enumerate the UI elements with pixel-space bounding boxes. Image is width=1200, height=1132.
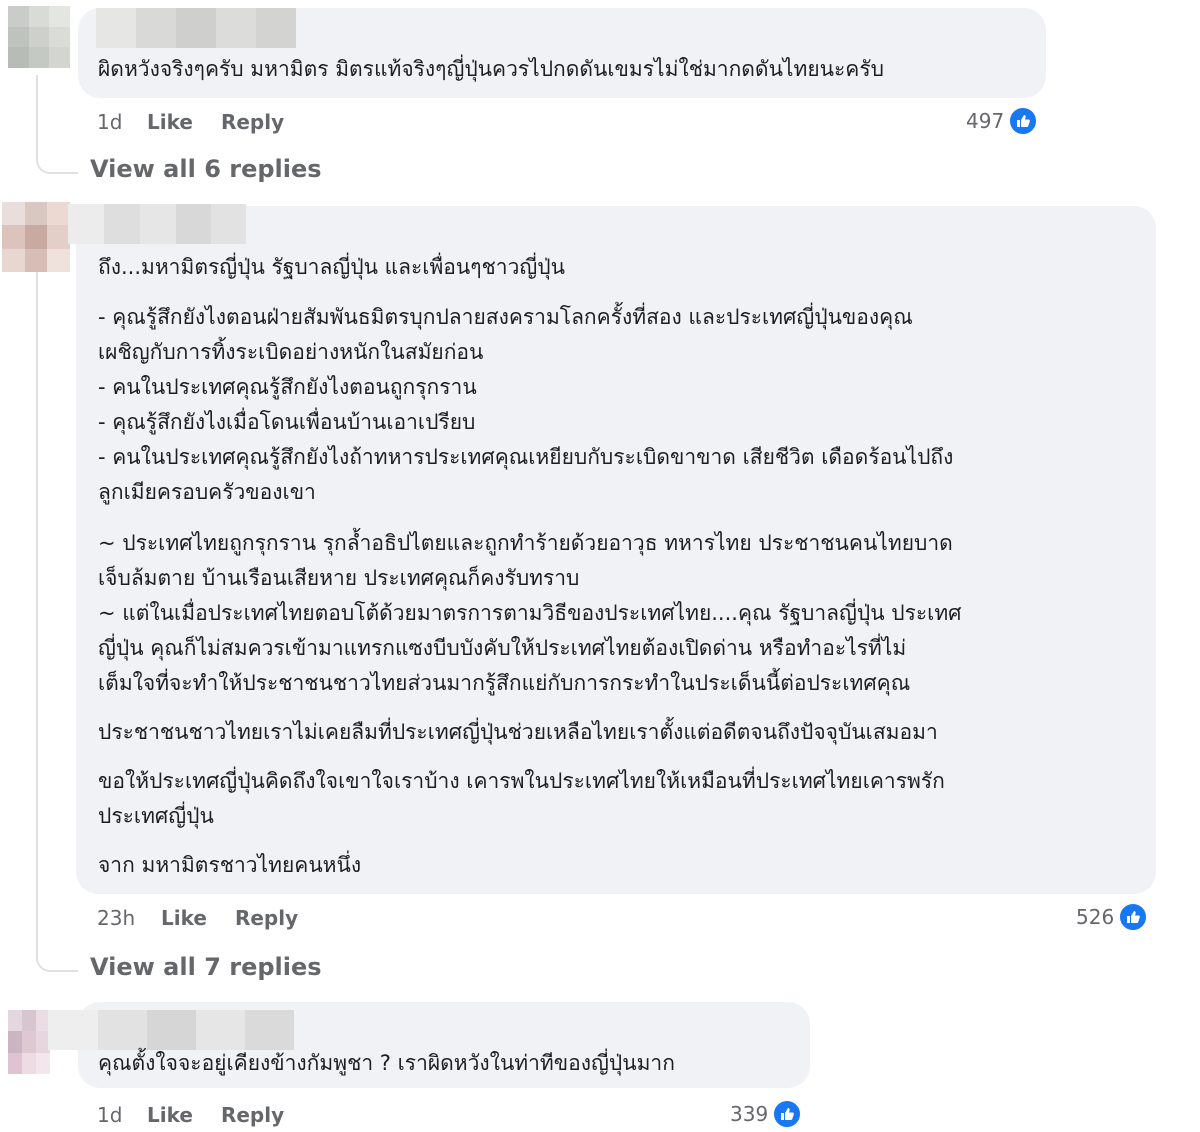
comment-text-line: ประเทศญี่ปุ่น: [98, 804, 214, 828]
thread-line: [36, 272, 38, 944]
like-button[interactable]: Like: [147, 110, 193, 134]
reaction-summary[interactable]: 526: [1076, 902, 1149, 932]
comment-text-line: ลูกเมียครอบครัวของเขา: [98, 480, 316, 504]
thumbs-up-icon: [1008, 106, 1039, 136]
reply-button[interactable]: Reply: [221, 110, 284, 134]
comment-actions: 1d Like Reply: [97, 1103, 284, 1127]
like-button[interactable]: Like: [161, 906, 207, 930]
thumbs-up-icon: [1118, 902, 1149, 932]
reaction-summary[interactable]: 497: [966, 106, 1039, 136]
comment-text-line: - คุณรู้สึกยังไงตอนฝ่ายสัมพันธมิตรบุกปลา…: [98, 305, 913, 329]
reply-button[interactable]: Reply: [235, 906, 298, 930]
comment-actions: 1d Like Reply: [97, 110, 284, 134]
commenter-name[interactable]: [68, 204, 246, 244]
view-replies-link[interactable]: View all 6 replies: [90, 155, 322, 183]
comment-text-line: ญี่ปุ่น คุณก็ไม่สมควรเข้ามาแทรกแซงบีบบัง…: [98, 636, 907, 660]
comment-text-line: จาก มหามิตรชาวไทยคนหนึ่ง: [98, 853, 362, 877]
thread-connector: [36, 140, 78, 174]
like-button[interactable]: Like: [147, 1103, 193, 1127]
comment-text-line: ประชาชนชาวไทยเราไม่เคยลืมที่ประเทศญี่ปุ่…: [98, 720, 938, 744]
comment-text-line: - คุณรู้สึกยังไงเมื่อโดนเพื่อนบ้านเอาเปร…: [98, 410, 476, 434]
view-replies-link[interactable]: View all 7 replies: [90, 953, 322, 981]
avatar[interactable]: [8, 6, 70, 68]
commenter-name[interactable]: [96, 8, 296, 48]
avatar[interactable]: [2, 202, 70, 272]
comment-text: คุณตั้งใจจะอยู่เคียงข้างกัมพูชา ? เราผิด…: [98, 1051, 675, 1075]
thumbs-up-icon: [772, 1099, 803, 1129]
comment-text-line: ถึง...มหามิตรญี่ปุ่น รัฐบาลญี่ปุ่น และเพ…: [98, 255, 565, 279]
reply-button[interactable]: Reply: [221, 1103, 284, 1127]
reaction-count: 526: [1076, 905, 1115, 929]
comment-text-line: ~ ประเทศไทยถูกรุกราน รุกล้ำอธิปไตยและถูก…: [98, 531, 953, 555]
reaction-summary[interactable]: 339: [730, 1099, 803, 1129]
comment-text-line: - คนในประเทศคุณรู้สึกยังไงถ้าทหารประเทศค…: [98, 445, 954, 469]
thread-line: [36, 75, 38, 147]
avatar[interactable]: [8, 1010, 50, 1074]
comment-text-line: ~ แต่ในเมื่อประเทศไทยตอบโต้ด้วยมาตรการตา…: [98, 601, 962, 625]
comment-text-line: - คนในประเทศคุณรู้สึกยังไงตอนถูกรุกราน: [98, 375, 477, 399]
comment-timestamp[interactable]: 1d: [97, 1103, 147, 1127]
comment-text-line: ขอให้ประเทศญี่ปุ่นคิดถึงใจเขาใจเราบ้าง เ…: [98, 769, 945, 793]
comment-text-line: เจ็บล้มตาย บ้านเรือนเสียหาย ประเทศคุณก็ค…: [98, 566, 580, 590]
reaction-count: 339: [730, 1102, 769, 1126]
comment-text-line: เผชิญกับการทิ้งระเบิดอย่างหนักในสมัยก่อน: [98, 340, 484, 364]
comment-timestamp[interactable]: 23h: [97, 906, 161, 930]
reaction-count: 497: [966, 109, 1005, 133]
comment-text-line: เต็มใจที่จะทำให้ประชาชนชาวไทยส่วนมากรู้ส…: [98, 671, 911, 695]
comment-actions: 23h Like Reply: [97, 906, 298, 930]
thread-connector: [36, 938, 78, 972]
commenter-name[interactable]: [48, 1010, 294, 1050]
comment-text: ผิดหวังจริงๆครับ มหามิตร มิตรแท้จริงๆญี่…: [98, 57, 884, 81]
comment-timestamp[interactable]: 1d: [97, 110, 147, 134]
